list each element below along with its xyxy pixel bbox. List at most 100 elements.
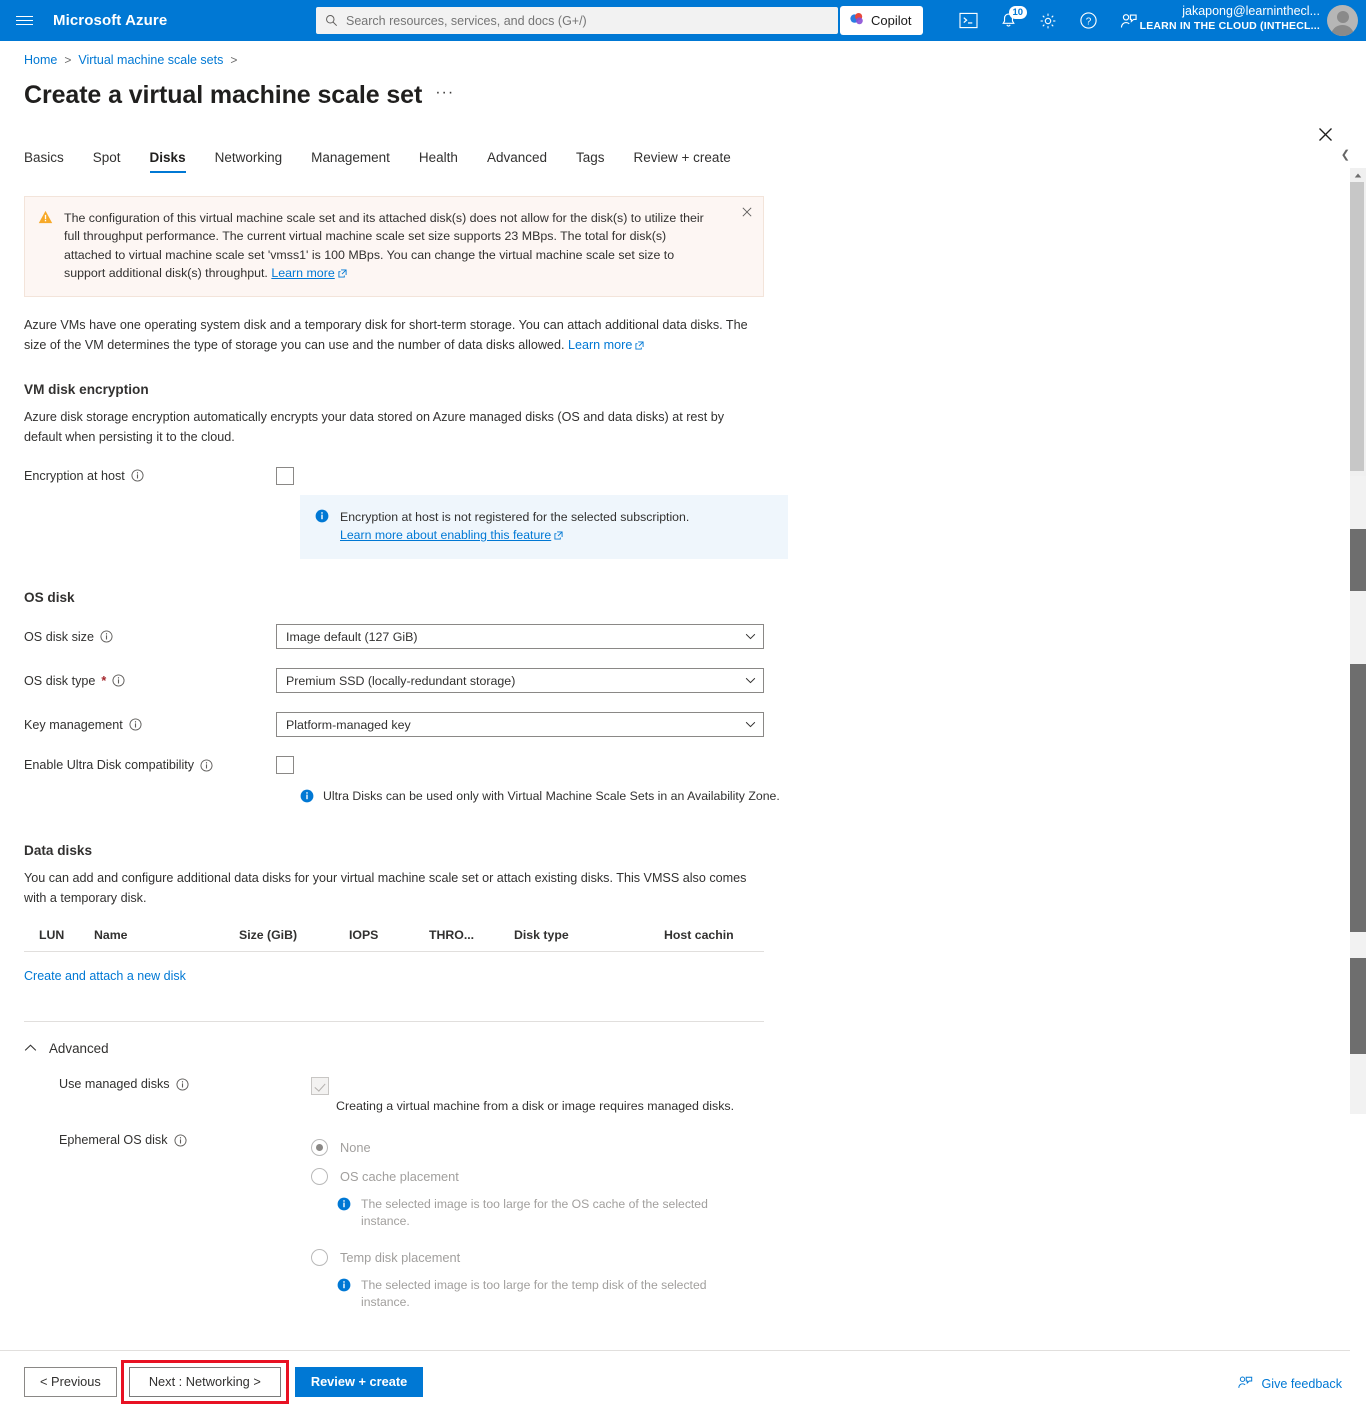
column-header-name[interactable]: Name [94,928,239,942]
external-link-icon-3 [554,527,563,545]
tab-advanced[interactable]: Advanced [487,146,547,173]
feedback-person-icon [1237,1375,1253,1393]
give-feedback-link[interactable]: Give feedback [1237,1375,1342,1393]
avatar[interactable] [1327,5,1358,36]
ultra-disk-label-wrap: Enable Ultra Disk compatibility [24,758,276,772]
column-header-host-cache[interactable]: Host cachin [664,928,764,942]
tab-disks[interactable]: Disks [149,146,186,173]
previous-button[interactable]: < Previous [24,1366,117,1397]
ultra-disk-note-row: Ultra Disks can be used only with Virtua… [300,788,1320,808]
breadcrumb-separator: > [64,53,72,67]
scrollbar-thumb-2[interactable] [1350,529,1366,591]
settings-gear-icon[interactable] [1028,0,1068,41]
scrollbar-up-arrow[interactable] [1350,168,1366,182]
info-circle-icon-os-size[interactable] [100,630,113,643]
review-create-button[interactable]: Review + create [294,1366,424,1397]
info-circle-icon-ephemeral[interactable] [173,1134,187,1147]
hamburger-icon[interactable] [0,0,48,41]
cloud-shell-icon[interactable] [948,0,988,41]
ultra-disk-note: Ultra Disks can be used only with Virtua… [323,789,780,804]
os-disk-type-select[interactable]: Premium SSD (locally-redundant storage) [276,668,764,694]
notifications-icon[interactable]: 10 [988,0,1028,41]
temp-disk-note: The selected image is too large for the … [361,1278,707,1309]
info-circle-icon-ultra[interactable] [200,759,213,772]
data-disks-heading: Data disks [24,843,93,859]
warning-triangle-icon [38,210,53,283]
column-header-throughput[interactable]: THRO... [429,928,514,942]
close-icon[interactable] [1312,121,1338,147]
required-asterisk: * [101,673,107,688]
os-disk-type-row: OS disk type * Premium SSD (locally-redu… [24,668,1320,694]
help-question-icon[interactable]: ? [1068,0,1108,41]
column-header-disk-type[interactable]: Disk type [514,928,664,942]
os-disk-type-label: OS disk type [24,673,96,688]
wizard-tabs: Basics Spot Disks Networking Management … [0,110,1366,173]
copilot-button[interactable]: Copilot [840,6,924,35]
create-vmss-blade: Home > Virtual machine scale sets > Crea… [0,41,1366,1412]
wizard-footer: < Previous Next : Networking > Review + … [0,1350,1366,1412]
encryption-learn-more-link[interactable]: Learn more about enabling this feature [340,528,551,542]
encryption-at-host-checkbox[interactable] [276,466,294,485]
warning-text-wrap: The configuration of this virtual machin… [64,209,714,283]
breadcrumb-item-vmss[interactable]: Virtual machine scale sets [78,53,223,67]
disks-intro-paragraph: Azure VMs have one operating system disk… [24,316,761,356]
info-filled-icon-os-cache [337,1197,351,1216]
tab-networking[interactable]: Networking [215,146,283,173]
radio-os-cache-indicator[interactable] [311,1168,328,1186]
scrollbar-gap-4[interactable] [1350,1054,1366,1114]
search-icon [325,14,338,27]
info-circle-icon-key[interactable] [129,718,142,731]
scrollbar-thumb-4[interactable] [1350,958,1366,1054]
scrollbar-gap-3[interactable] [1350,932,1366,958]
intro-learn-more-link[interactable]: Learn more [568,338,632,352]
ultra-disk-checkbox[interactable] [276,756,294,775]
blade-scrollbar[interactable]: ❮ [1341,82,1366,1412]
radio-option-none[interactable]: None [311,1139,711,1157]
next-networking-button[interactable]: Next : Networking > [128,1366,281,1397]
info-circle-icon-managed[interactable] [176,1078,189,1091]
advanced-heading: Advanced [49,1040,109,1056]
data-disks-description: You can add and configure additional dat… [24,871,747,905]
tab-spot[interactable]: Spot [93,146,121,173]
tab-management[interactable]: Management [311,146,390,173]
radio-temp-disk-label: Temp disk placement [340,1250,461,1266]
os-cache-note: The selected image is too large for the … [361,1197,708,1228]
tab-health[interactable]: Health [419,146,458,173]
os-disk-type-label-wrap: OS disk type * [24,674,276,688]
azure-brand-logo[interactable]: Microsoft Azure [48,12,167,29]
banner-close-icon[interactable] [742,206,752,219]
account-info[interactable]: jakapong@learninthecl... LEARN IN THE CL… [1140,4,1320,33]
info-circle-icon[interactable] [131,469,144,482]
tab-tags[interactable]: Tags [576,146,605,173]
radio-temp-disk-indicator[interactable] [311,1249,328,1267]
column-header-lun[interactable]: LUN [24,928,94,942]
scrollbar-gap-2[interactable] [1350,591,1366,664]
info-circle-icon-os-type[interactable] [112,674,125,687]
global-header: Microsoft Azure Copilot 10 ? [0,0,1366,41]
breadcrumb-item-home[interactable]: Home [24,53,57,67]
os-disk-size-label-wrap: OS disk size [24,630,276,644]
breadcrumb-separator-2: > [230,53,238,67]
copilot-label: Copilot [871,13,912,28]
scrollbar-thumb-light[interactable] [1350,182,1364,471]
search-input[interactable] [346,13,829,28]
radio-option-temp-disk-placement[interactable]: Temp disk placement [311,1249,711,1267]
create-attach-disk-link[interactable]: Create and attach a new disk [24,969,186,983]
info-filled-icon-temp-disk [337,1278,351,1297]
column-header-size[interactable]: Size (GiB) [239,928,349,942]
collapse-chevron-icon[interactable]: ❮ [1341,148,1350,161]
os-disk-size-select[interactable]: Image default (127 GiB) [276,624,764,650]
more-options-ellipsis[interactable]: ··· [435,84,454,108]
radio-option-os-cache-placement[interactable]: OS cache placement [311,1168,711,1186]
key-management-select[interactable]: Platform-managed key [276,712,764,738]
throughput-warning-banner: The configuration of this virtual machin… [24,196,764,298]
tab-review-create[interactable]: Review + create [634,146,731,173]
advanced-section-toggle[interactable]: Advanced [24,1039,1320,1057]
tab-basics[interactable]: Basics [24,146,64,173]
warning-learn-more-link[interactable]: Learn more [271,266,334,280]
scrollbar-gap-1[interactable] [1350,476,1366,529]
radio-none-indicator[interactable] [311,1139,328,1157]
global-search[interactable] [316,7,838,34]
column-header-iops[interactable]: IOPS [349,928,429,942]
scrollbar-thumb-3[interactable] [1350,664,1366,932]
